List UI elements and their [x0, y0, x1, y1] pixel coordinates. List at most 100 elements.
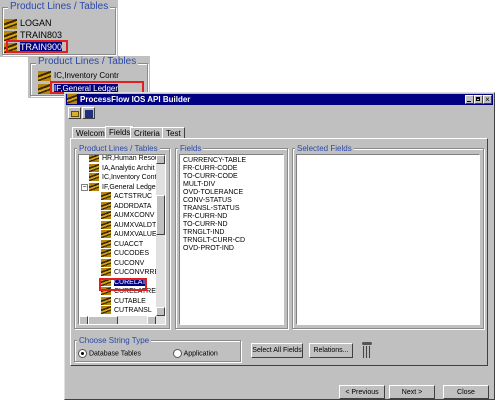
- radio-database-tables[interactable]: Database Tables: [78, 349, 141, 358]
- field-item[interactable]: TRANSL-STATUS: [183, 205, 283, 213]
- highlight-box: [99, 278, 147, 291]
- tree-item-label: CUCODES: [114, 250, 150, 257]
- main-window: ProcessFlow IOS API Builder × Welcome Fi…: [64, 92, 495, 400]
- tree-item-label: CUTRANSL: [114, 307, 152, 314]
- trash-icon[interactable]: [361, 342, 373, 359]
- field-item[interactable]: TRNGLT-CURR-CD: [183, 237, 283, 245]
- close-button[interactable]: Close: [443, 385, 489, 399]
- field-item[interactable]: OVD-PROT-IND: [183, 245, 283, 253]
- tree-item[interactable]: CUCONVRREL: [101, 268, 163, 277]
- minimize-button[interactable]: [465, 95, 474, 104]
- tree-item-label: AUMXCONV: [114, 212, 155, 219]
- product-lines-title-1: Product Lines / Tables: [8, 1, 111, 12]
- tree-item[interactable]: ACTSTRUC: [101, 192, 152, 201]
- field-item[interactable]: FR-CURR-CODE: [183, 165, 283, 173]
- tree-item-ic[interactable]: IC,Inventory Contr: [38, 70, 119, 81]
- tree-item[interactable]: CUTRANSL: [101, 306, 152, 315]
- tree-item-label: ADDRDATA: [114, 202, 152, 210]
- tree-item[interactable]: AUMXCONV: [101, 211, 154, 220]
- table-icon: [101, 220, 111, 229]
- close-window-button[interactable]: ×: [483, 95, 492, 104]
- relations-button[interactable]: Relations...: [309, 343, 353, 358]
- tree-item-label: HR,Human Resou: [102, 155, 159, 162]
- table-icon: [101, 239, 111, 248]
- tree-item[interactable]: CUCONV: [101, 258, 145, 268]
- select-all-fields-button[interactable]: Select All Fields: [251, 343, 303, 358]
- window-title: ProcessFlow IOS API Builder: [80, 95, 191, 104]
- tree-view[interactable]: HR,Human Resou IA,Analytic Archit IC,Inven…: [78, 154, 166, 325]
- tree-item[interactable]: IA,Analytic Archit: [89, 163, 155, 173]
- table-icon: [101, 230, 111, 239]
- product-lines-title-2: Product Lines / Tables: [36, 56, 139, 67]
- open-folder-button[interactable]: [68, 107, 81, 119]
- highlight-box: [6, 40, 68, 53]
- scroll-down-button[interactable]: [156, 307, 165, 316]
- tree-item-label: CUCONV: [114, 259, 145, 267]
- tree-item[interactable]: CUACCT: [101, 239, 144, 249]
- save-button[interactable]: [82, 107, 95, 119]
- tree-item-logan[interactable]: LOGAN: [4, 18, 52, 29]
- tree-item-label: TRAIN803: [20, 30, 63, 40]
- table-icon: [101, 201, 111, 210]
- tree-item-label: IC,Inventory Contr: [54, 71, 119, 80]
- radio-button[interactable]: [173, 349, 182, 358]
- tree-item-label: ACTSTRUC: [114, 193, 153, 200]
- field-item[interactable]: OVD-TOLERANCE: [183, 189, 283, 197]
- table-icon: [101, 211, 111, 220]
- tree-item[interactable]: AUMXVALUE: [101, 230, 157, 239]
- scroll-thumb[interactable]: [156, 195, 165, 235]
- tree-item[interactable]: ADDRDATA: [101, 201, 152, 211]
- radio-label: Database Tables: [88, 350, 141, 358]
- field-item[interactable]: CONV-STATUS: [183, 197, 283, 205]
- tree-item-label: LOGAN: [20, 18, 52, 28]
- fields-label: Fields: [178, 144, 204, 153]
- maximize-button[interactable]: [474, 95, 483, 104]
- product-lines-panel-1: Product Lines / Tables LOGAN TRAIN803 TR…: [0, 0, 118, 57]
- app-icon: [67, 94, 77, 104]
- product-lines-label: Product Lines / Tables: [77, 144, 160, 153]
- field-item[interactable]: TO-CURR-CODE: [183, 173, 283, 181]
- field-item[interactable]: CURRENCY-TABLE: [183, 157, 283, 165]
- scroll-up-button[interactable]: [156, 155, 165, 164]
- field-item[interactable]: TRNGLT-IND: [183, 229, 283, 237]
- tree-item-label: CUTABLE: [114, 297, 146, 305]
- folder-icon: [38, 70, 51, 81]
- tree-item-label: CUACCT: [114, 240, 144, 248]
- field-item[interactable]: FR-CURR-ND: [183, 213, 283, 221]
- tree-item[interactable]: IC,Inventory Contr: [89, 173, 159, 182]
- table-icon: [101, 192, 111, 201]
- tree-item[interactable]: CUCODES: [101, 249, 149, 258]
- tree-item[interactable]: AUMXVALDT: [101, 220, 157, 230]
- scroll-left-button[interactable]: [79, 316, 88, 324]
- radio-button[interactable]: [78, 349, 87, 358]
- field-item[interactable]: MULT-DIV: [183, 181, 283, 189]
- title-bar: ProcessFlow IOS API Builder ×: [66, 94, 493, 105]
- tree-item[interactable]: CUTABLE: [101, 296, 146, 306]
- radio-application[interactable]: Application: [173, 349, 218, 358]
- tree-item-label: AUMXVALUE: [114, 231, 157, 238]
- scroll-right-button[interactable]: [147, 316, 156, 324]
- radio-label: Application: [183, 350, 218, 358]
- tree-item-label: AUMXVALDT: [114, 221, 157, 229]
- collapse-toggle[interactable]: −: [81, 184, 88, 191]
- tree-item[interactable]: IF,General Ledger: [89, 182, 159, 192]
- previous-button[interactable]: < Previous: [339, 385, 385, 399]
- next-button[interactable]: Next >: [389, 385, 435, 399]
- selected-fields-list[interactable]: [296, 154, 480, 325]
- tree-item[interactable]: HR,Human Resou: [89, 155, 159, 163]
- string-type-label: Choose String Type: [77, 336, 152, 345]
- tree-item-label: IA,Analytic Archit: [102, 164, 155, 172]
- tree-item-label: IF,General Ledger: [102, 183, 159, 191]
- hscroll-thumb[interactable]: [88, 316, 118, 324]
- table-icon: [101, 258, 111, 267]
- folder-open-icon: [71, 111, 79, 117]
- folder-icon: [89, 182, 99, 191]
- fields-list[interactable]: CURRENCY-TABLE FR-CURR-CODE TO-CURR-CODE MU…: [179, 154, 284, 325]
- folder-icon: [4, 18, 17, 29]
- tree-vscroll[interactable]: [156, 155, 165, 316]
- tree-hscroll[interactable]: [79, 316, 165, 324]
- table-icon: [101, 306, 111, 315]
- save-icon: [85, 110, 93, 118]
- table-icon: [101, 296, 111, 305]
- field-item[interactable]: TO-CURR-ND: [183, 221, 283, 229]
